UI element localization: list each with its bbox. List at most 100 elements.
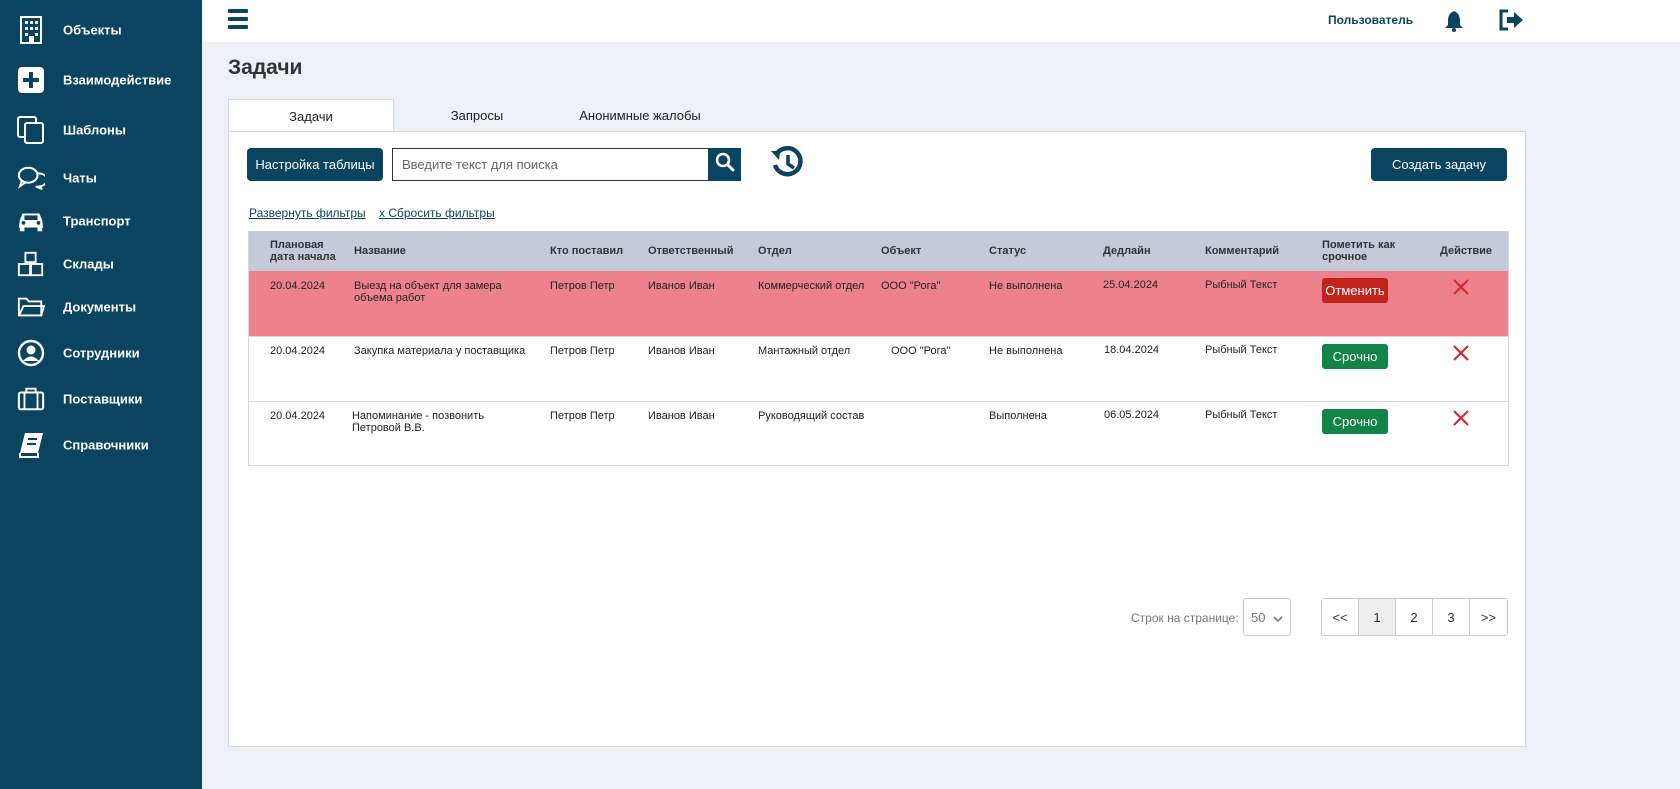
- header-mark-urgent[interactable]: Пометить как срочное: [1322, 239, 1395, 263]
- sidebar-item-interaction[interactable]: Взаимодействие: [0, 60, 202, 100]
- table-settings-button[interactable]: Настройка таблицы: [247, 148, 383, 181]
- boxes-icon: [17, 250, 45, 278]
- menu-icon[interactable]: [228, 9, 248, 30]
- cell-deadline: 06.05.2024: [1104, 409, 1160, 421]
- tab-anonymous-complaints[interactable]: Анонимные жалобы: [560, 99, 720, 132]
- cell-name: Напоминание - позвонить Петровой В.В.: [352, 410, 484, 434]
- cell-department: Коммерческий отдел: [758, 280, 865, 292]
- cancel-button[interactable]: Отменить: [1322, 278, 1388, 303]
- page-title: Задачи: [228, 56, 303, 79]
- header-deadline[interactable]: Дедлайн: [1103, 245, 1151, 257]
- cell-name: Закупка материала у поставщика: [354, 345, 526, 357]
- cell-text: Выезд на объект для замера: [354, 280, 502, 292]
- sidebar-item-label: Чаты: [63, 170, 97, 186]
- header-label: Пометить как: [1322, 239, 1396, 251]
- car-icon: [17, 207, 45, 235]
- logout-icon[interactable]: [1498, 9, 1524, 36]
- folder-icon: [17, 293, 45, 321]
- cell-responsible: Иванов Иван: [648, 345, 715, 357]
- sidebar-item-label: Склады: [63, 256, 114, 272]
- page-3-button[interactable]: 3: [1433, 599, 1470, 635]
- plus-square-icon: [17, 66, 45, 94]
- cell-text: Петровой В.В.: [352, 422, 425, 434]
- cell-comment: Рыбный Текст: [1205, 409, 1278, 421]
- cell-author: Петров Петр: [550, 345, 615, 357]
- search-button[interactable]: [708, 148, 741, 181]
- create-task-button[interactable]: Создать задачу: [1371, 148, 1507, 181]
- tab-bar: Задачи Запросы Анонимные жалобы: [228, 99, 720, 132]
- page-2-button[interactable]: 2: [1396, 599, 1433, 635]
- cell-responsible: Иванов Иван: [648, 280, 715, 292]
- cell-comment: Рыбный Текст: [1205, 344, 1278, 356]
- cell-text: Напоминание - позвонить: [352, 410, 484, 422]
- header-label: Плановая: [270, 239, 324, 251]
- tab-requests[interactable]: Запросы: [394, 99, 560, 132]
- header-action: Действие: [1440, 245, 1492, 257]
- rows-per-page-select[interactable]: 50: [1243, 598, 1291, 636]
- page-first-button[interactable]: <<: [1322, 599, 1359, 635]
- sidebar-item-transport[interactable]: Транспорт: [0, 201, 202, 241]
- book-icon: [17, 431, 45, 459]
- sidebar-item-employees[interactable]: Сотрудники: [0, 333, 202, 373]
- chat-icon: [17, 164, 45, 192]
- cell-department: Руководящий состав: [758, 410, 865, 422]
- rows-per-page-value: 50: [1251, 609, 1266, 625]
- cell-start-date: 20.04.2024: [270, 410, 326, 422]
- reset-filters-link[interactable]: x Сбросить фильтры: [379, 206, 495, 220]
- building-icon: [17, 16, 45, 44]
- table-header: Плановая дата начала Название Кто постав…: [249, 231, 1508, 271]
- user-menu-link[interactable]: Пользователь: [1328, 13, 1413, 27]
- page-1-button[interactable]: 1: [1359, 599, 1396, 635]
- search-input[interactable]: [392, 148, 709, 181]
- rows-per-page-label: Строк на странице:: [1131, 611, 1239, 625]
- cell-start-date: 20.04.2024: [270, 280, 326, 292]
- sidebar-item-label: Шаблоны: [63, 122, 126, 138]
- delete-icon[interactable]: [1452, 409, 1470, 427]
- briefcase-icon: [17, 385, 45, 413]
- page-last-button[interactable]: >>: [1470, 599, 1507, 635]
- header-start-date[interactable]: Плановая дата начала: [270, 239, 336, 263]
- sidebar-item-label: Объекты: [63, 22, 122, 38]
- sidebar-item-templates[interactable]: Шаблоны: [0, 110, 202, 150]
- tab-tasks[interactable]: Задачи: [228, 99, 394, 132]
- mark-urgent-button[interactable]: Срочно: [1322, 409, 1388, 434]
- header-author[interactable]: Кто поставил: [550, 245, 623, 257]
- sidebar-item-objects[interactable]: Объекты: [0, 10, 202, 50]
- topbar: Пользователь: [202, 0, 1680, 42]
- bell-icon[interactable]: [1444, 10, 1464, 37]
- table-row[interactable]: 20.04.2024 Выезд на объект для замера об…: [249, 271, 1508, 336]
- header-responsible[interactable]: Ответственный: [648, 245, 733, 257]
- cell-deadline: 25.04.2024: [1103, 279, 1159, 291]
- history-icon[interactable]: [770, 145, 806, 186]
- cell-author: Петров Петр: [550, 410, 615, 422]
- delete-icon[interactable]: [1452, 344, 1470, 362]
- header-object[interactable]: Объект: [881, 245, 921, 257]
- delete-icon[interactable]: [1452, 278, 1470, 296]
- sidebar-item-references[interactable]: Справочники: [0, 425, 202, 465]
- sidebar-item-documents[interactable]: Документы: [0, 287, 202, 327]
- mark-urgent-button[interactable]: Срочно: [1322, 344, 1388, 369]
- sidebar-item-warehouses[interactable]: Склады: [0, 244, 202, 284]
- cell-object: ООО "Рога": [881, 280, 941, 292]
- cell-responsible: Иванов Иван: [648, 410, 715, 422]
- cell-author: Петров Петр: [550, 280, 615, 292]
- cell-name: Выезд на объект для замера объема работ: [354, 280, 502, 304]
- header-comment[interactable]: Комментарий: [1205, 245, 1279, 257]
- expand-filters-link[interactable]: Развернуть фильтры: [249, 206, 366, 220]
- header-label: дата начала: [270, 251, 336, 263]
- sidebar-item-label: Документы: [63, 299, 137, 315]
- header-department[interactable]: Отдел: [758, 245, 792, 257]
- sidebar-item-suppliers[interactable]: Поставщики: [0, 379, 202, 419]
- cell-object: ООО "Рога": [891, 345, 951, 357]
- header-name[interactable]: Название: [354, 245, 406, 257]
- header-label: срочное: [1322, 251, 1368, 263]
- sidebar-item-label: Сотрудники: [63, 345, 140, 361]
- sidebar-item-chats[interactable]: Чаты: [0, 158, 202, 198]
- sidebar-item-label: Транспорт: [63, 213, 131, 229]
- table-row[interactable]: 20.04.2024 Закупка материала у поставщик…: [249, 336, 1508, 401]
- cell-text: объема работ: [354, 292, 426, 304]
- cell-department: Мантажный отдел: [758, 345, 851, 357]
- pagination: << 1 2 3 >>: [1321, 598, 1508, 636]
- table-row[interactable]: 20.04.2024 Напоминание - позвонить Петро…: [249, 401, 1508, 466]
- header-status[interactable]: Статус: [989, 245, 1026, 257]
